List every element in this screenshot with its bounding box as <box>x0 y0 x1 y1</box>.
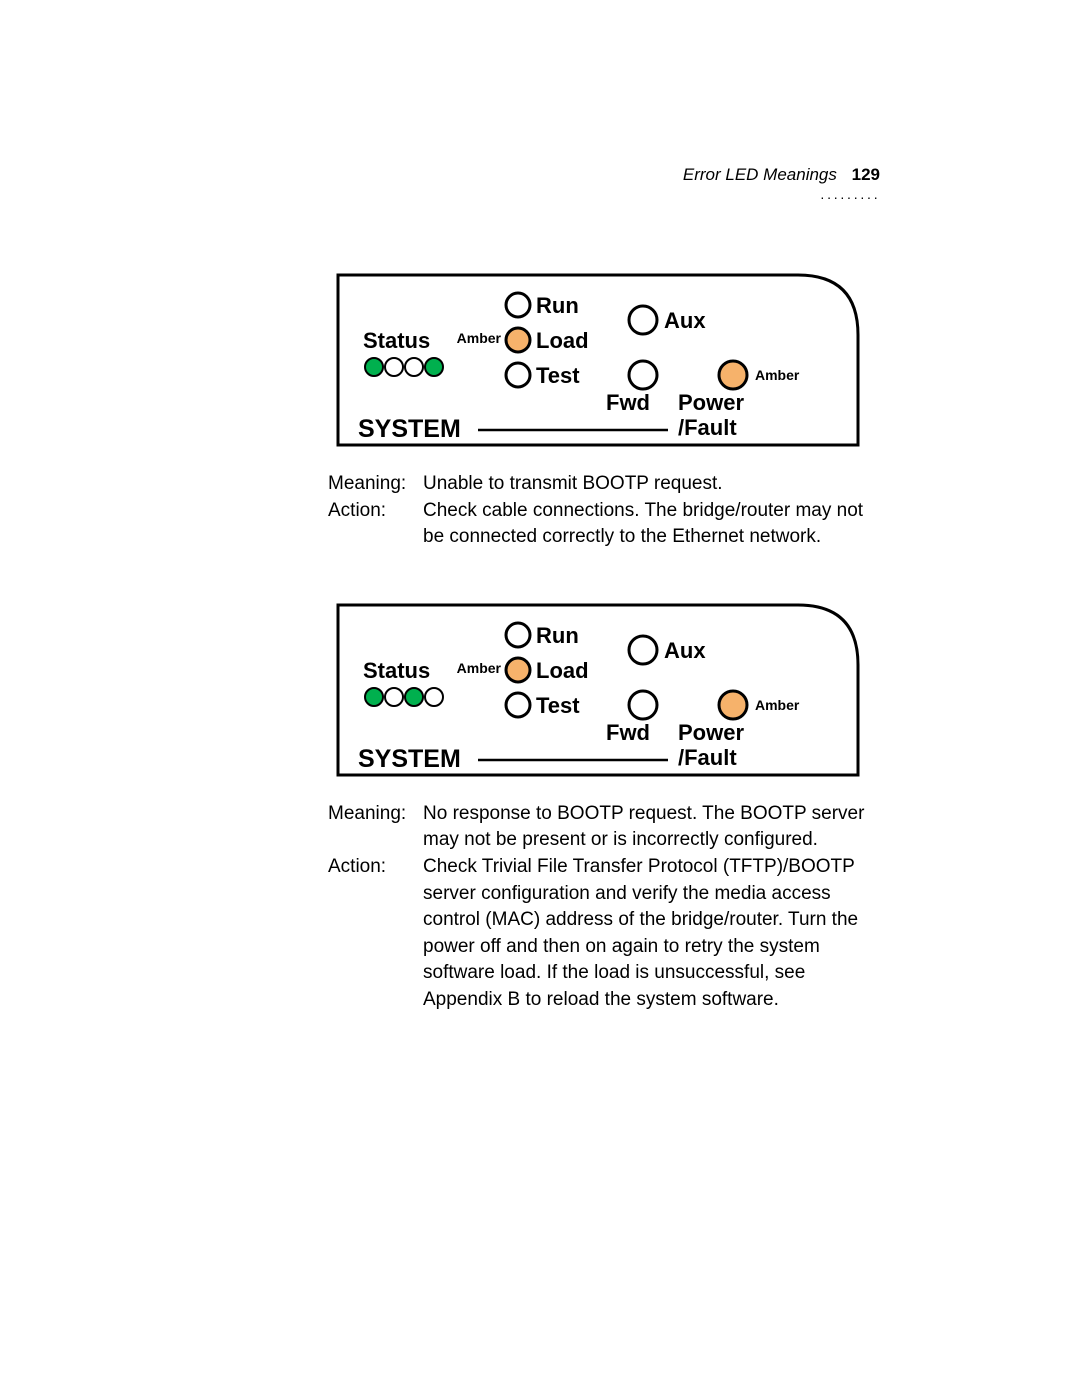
status-led-3-green-icon <box>405 688 423 706</box>
meaning-text: No response to BOOTP request. The BOOTP … <box>423 801 880 854</box>
page-header: Error LED Meanings 129 <box>210 165 880 185</box>
test-led-icon <box>506 693 530 717</box>
led-panel-diagram-1: Run Load Test Amber Status Aux Fwd Amber <box>328 265 850 455</box>
action-label: Action: <box>328 854 423 1014</box>
fwd-label: Fwd <box>606 390 650 415</box>
load-label: Load <box>536 328 589 353</box>
status-led-1-green-icon <box>365 358 383 376</box>
document-page: Error LED Meanings 129 ········· Run Loa… <box>0 0 1080 1397</box>
header-title: Error LED Meanings <box>683 165 837 184</box>
status-led-2-icon <box>385 358 403 376</box>
test-led-icon <box>506 363 530 387</box>
aux-led-icon <box>629 636 657 664</box>
status-led-4-icon <box>425 688 443 706</box>
load-label: Load <box>536 658 589 683</box>
load-amber-tag: Amber <box>457 330 502 346</box>
power-amber-tag: Amber <box>755 367 800 383</box>
run-led-icon <box>506 293 530 317</box>
power-fault-led-amber-icon <box>719 691 747 719</box>
header-dots: ········· <box>210 189 880 205</box>
fwd-label: Fwd <box>606 720 650 745</box>
system-label: SYSTEM <box>358 745 461 773</box>
meaning-label: Meaning: <box>328 471 423 498</box>
status-led-4-green-icon <box>425 358 443 376</box>
status-label: Status <box>363 658 430 683</box>
test-label: Test <box>536 363 580 388</box>
status-led-3-icon <box>405 358 423 376</box>
led-panel-diagram-2: Run Load Test Amber Status Aux Fwd Amber… <box>328 595 850 785</box>
status-led-group <box>365 358 443 376</box>
run-label: Run <box>536 293 579 318</box>
page-number: 129 <box>852 165 880 184</box>
status-led-2-icon <box>385 688 403 706</box>
power-amber-tag: Amber <box>755 697 800 713</box>
power-fault-led-amber-icon <box>719 361 747 389</box>
run-led-icon <box>506 623 530 647</box>
power-label-2: /Fault <box>678 415 737 440</box>
status-led-group <box>365 688 443 706</box>
fwd-led-icon <box>629 691 657 719</box>
aux-label: Aux <box>664 308 706 333</box>
status-led-1-green-icon <box>365 688 383 706</box>
status-label: Status <box>363 328 430 353</box>
entry-1-description: Meaning: Unable to transmit BOOTP reques… <box>328 471 880 551</box>
load-amber-tag: Amber <box>457 660 502 676</box>
load-led-amber-icon <box>506 658 530 682</box>
action-text: Check Trivial File Transfer Protocol (TF… <box>423 854 880 1014</box>
fwd-led-icon <box>629 361 657 389</box>
power-label-1: Power <box>678 720 744 745</box>
system-label: SYSTEM <box>358 415 461 443</box>
meaning-label: Meaning: <box>328 801 423 854</box>
power-label-1: Power <box>678 390 744 415</box>
test-label: Test <box>536 693 580 718</box>
meaning-text: Unable to transmit BOOTP request. <box>423 471 880 498</box>
power-label-2: /Fault <box>678 745 737 770</box>
entry-2-description: Meaning: No response to BOOTP request. T… <box>328 801 880 1014</box>
run-label: Run <box>536 623 579 648</box>
action-label: Action: <box>328 498 423 551</box>
aux-led-icon <box>629 306 657 334</box>
aux-label: Aux <box>664 638 706 663</box>
action-text: Check cable connections. The bridge/rout… <box>423 498 880 551</box>
load-led-amber-icon <box>506 328 530 352</box>
